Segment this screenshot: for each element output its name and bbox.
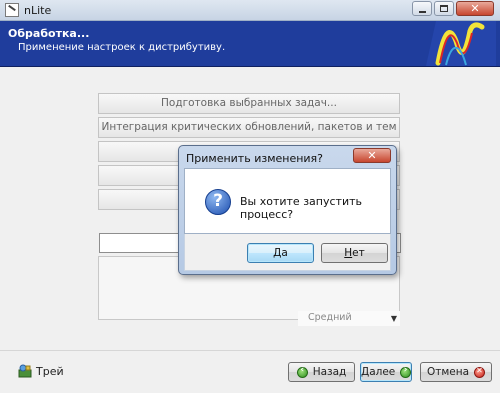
wizard-header: Обработка... Применение настроек к дистр… xyxy=(0,21,500,67)
task-item: Интеграция критических обновлений, пакет… xyxy=(98,117,400,138)
page-subtitle: Применение настроек к дистрибутиву. xyxy=(18,42,226,53)
dialog-title: Применить изменения? xyxy=(186,152,324,165)
close-icon: ✕ xyxy=(367,149,377,162)
dialog-footer: Да Нет xyxy=(184,234,391,271)
back-button[interactable]: ‹ Назад xyxy=(288,362,355,382)
next-arrow-icon: › xyxy=(400,365,411,378)
back-arrow-icon: ‹ xyxy=(296,365,308,378)
tray-label: Трей xyxy=(36,364,64,378)
cancel-button[interactable]: Отмена ✕ xyxy=(420,362,492,382)
nlite-window: nLite ✕ Обработка... Применение настроек… xyxy=(0,0,500,393)
task-item: Подготовка выбранных задач... xyxy=(98,93,400,114)
dialog-close-button[interactable]: ✕ xyxy=(353,148,391,163)
next-button[interactable]: Далее › xyxy=(360,362,412,382)
tray-icon xyxy=(18,364,32,378)
dialog-message: Вы хотите запустить процесс? xyxy=(240,195,362,221)
maximize-button[interactable] xyxy=(434,1,454,16)
footer-divider xyxy=(0,350,500,351)
minimize-icon xyxy=(419,11,426,13)
maximize-icon xyxy=(440,5,448,12)
no-label: ет xyxy=(352,247,365,259)
back-label: Назад xyxy=(312,366,347,378)
title-bar[interactable]: nLite ✕ xyxy=(0,0,500,21)
window-title: nLite xyxy=(24,4,52,17)
nlite-logo xyxy=(426,21,496,66)
dialog-body: ? Вы хотите запустить процесс? xyxy=(184,168,391,234)
priority-value: Средний xyxy=(308,312,352,323)
no-button[interactable]: Нет xyxy=(321,243,388,263)
cancel-label: Отмена xyxy=(426,366,470,378)
yes-button[interactable]: Да xyxy=(247,243,314,263)
tray-button[interactable]: Трей xyxy=(18,364,64,378)
minimize-button[interactable] xyxy=(412,1,432,16)
no-accel: Н xyxy=(344,247,353,259)
priority-select[interactable]: Средний ▼ xyxy=(298,311,400,326)
close-button[interactable]: ✕ xyxy=(456,1,494,16)
close-icon: ✕ xyxy=(470,2,480,15)
nlite-app-icon[interactable] xyxy=(5,3,19,17)
question-icon: ? xyxy=(205,189,231,215)
confirm-dialog: Применить изменения? ✕ ? Вы хотите запус… xyxy=(178,145,397,275)
page-title: Обработка... xyxy=(8,27,90,40)
cancel-icon: ✕ xyxy=(474,366,486,378)
next-label: Далее xyxy=(361,366,396,378)
chevron-down-icon: ▼ xyxy=(390,314,397,323)
window-controls: ✕ xyxy=(410,1,494,16)
yes-label: а xyxy=(281,247,288,259)
